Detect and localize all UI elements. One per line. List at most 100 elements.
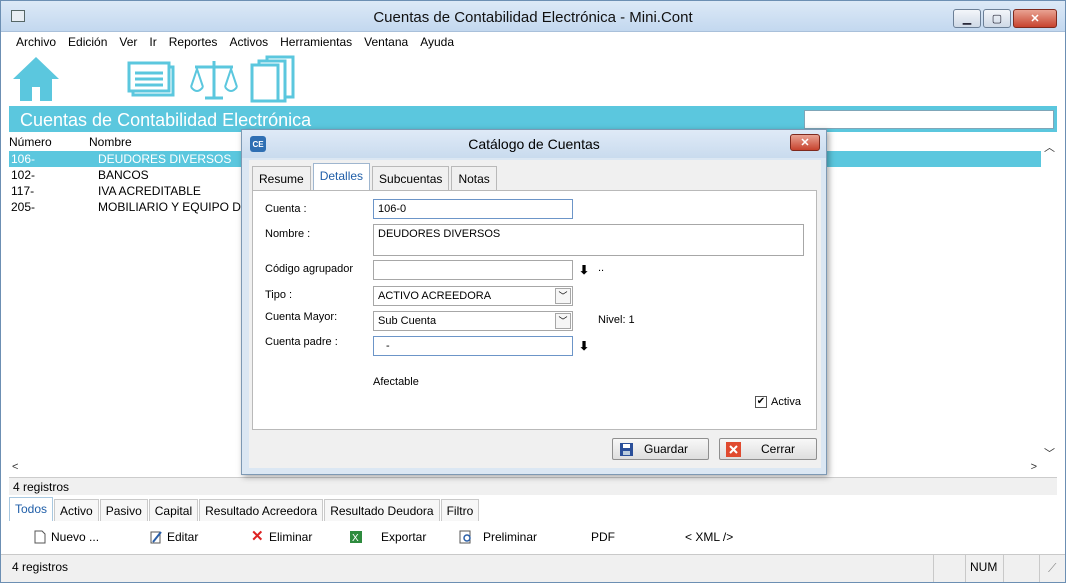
column-header-numero[interactable]: Número (9, 135, 52, 149)
maximize-button[interactable]: ▢ (983, 9, 1011, 28)
xml-label: < XML /> (685, 530, 734, 544)
pdf-label: PDF (591, 530, 615, 544)
tab-detalles[interactable]: Detalles (312, 163, 371, 190)
menu-ventana[interactable]: Ventana (358, 32, 414, 52)
record-count: 4 registros (9, 477, 1057, 495)
cell-numero: 117- (11, 184, 35, 198)
preliminar-label: Preliminar (483, 530, 538, 544)
filter-tabs: Todos Activo Pasivo Capital Resultado Ac… (9, 497, 1057, 521)
window-title: Cuentas de Contabilidad Electrónica - Mi… (373, 9, 693, 26)
resize-grip[interactable]: ⟋ (1039, 555, 1065, 582)
nombre-field[interactable]: DEUDORES DIVERSOS (373, 224, 804, 256)
cuenta-padre-label: Cuenta padre : (265, 336, 338, 348)
main-window: Cuentas de Contabilidad Electrónica - Mi… (0, 0, 1066, 583)
tab-notas[interactable]: Notas (451, 166, 497, 190)
chevron-left-icon[interactable]: < (12, 461, 18, 473)
chevron-down-icon[interactable]: ﹀ (1044, 445, 1055, 461)
menu-ayuda[interactable]: Ayuda (414, 32, 460, 52)
activa-label: Activa (771, 396, 801, 408)
menu-ir[interactable]: Ir (143, 32, 162, 52)
search-input[interactable] (804, 110, 1054, 129)
menu-reportes[interactable]: Reportes (163, 32, 224, 52)
menu-edicion[interactable]: Edición (62, 32, 113, 52)
guardar-button[interactable]: Guardar (612, 438, 709, 460)
cell-nombre: IVA ACREDITABLE (98, 184, 201, 198)
catalogo-dialog: CE Catálogo de Cuentas ✕ Resume Detalles… (241, 129, 827, 475)
tab-capital[interactable]: Capital (148, 499, 199, 521)
tab-todos[interactable]: Todos (9, 497, 54, 521)
menu-activos[interactable]: Activos (223, 32, 274, 52)
editar-label: Editar (167, 530, 199, 544)
excel-icon: X (350, 531, 362, 544)
menu-ver[interactable]: Ver (113, 32, 143, 52)
status-bar: 4 registros NUM ⟋ (1, 554, 1065, 582)
cell-numero: 106- (11, 152, 36, 166)
eliminar-label: Eliminar (269, 530, 313, 544)
save-icon (620, 442, 633, 456)
download-arrow-icon[interactable]: ⬇ (579, 263, 589, 277)
codigo-agrupador-field[interactable] (373, 260, 573, 280)
cuenta-label: Cuenta : (265, 203, 307, 215)
chevron-down-icon[interactable]: ﹀ (555, 288, 571, 304)
dialog-body: Resume Detalles Subcuentas Notas Cuenta … (249, 160, 821, 468)
cuenta-mayor-value: Sub Cuenta (378, 315, 437, 327)
eliminar-button[interactable]: ✕ Eliminar (251, 529, 313, 544)
edit-icon (150, 531, 162, 544)
cuenta-mayor-label: Cuenta Mayor: (265, 311, 338, 323)
afectable-text: Afectable (373, 376, 419, 388)
home-icon[interactable] (11, 55, 61, 103)
nuevo-button[interactable]: Nuevo ... (33, 530, 99, 544)
download-arrow-icon[interactable]: ⬇ (579, 339, 589, 353)
list-window-icon[interactable] (127, 55, 177, 103)
status-panel (1003, 555, 1039, 582)
page-title: Cuentas de Contabilidad Electrónica (20, 110, 312, 130)
checkmark-icon: ✔ (756, 396, 766, 407)
cuenta-mayor-select[interactable]: Sub Cuenta ﹀ (373, 311, 573, 331)
tab-activo[interactable]: Activo (54, 499, 99, 521)
status-text: 4 registros (12, 560, 69, 574)
exportar-button[interactable]: X Exportar (349, 530, 426, 544)
minimize-button[interactable]: ▁ (953, 9, 981, 28)
column-header-nombre[interactable]: Nombre (89, 135, 132, 149)
chevron-up-icon[interactable]: ︿ (1044, 139, 1055, 155)
chevron-down-icon[interactable]: ﹀ (555, 313, 571, 329)
print-preview-icon (459, 530, 471, 544)
preliminar-button[interactable]: Preliminar (459, 530, 537, 544)
editar-button[interactable]: Editar (149, 530, 198, 544)
pdf-button[interactable]: PDF (591, 530, 615, 544)
close-icon (726, 441, 741, 457)
close-window-button[interactable]: ✕ (1013, 9, 1057, 28)
balance-scale-icon[interactable] (189, 55, 239, 103)
tipo-value: ACTIVO ACREEDORA (378, 290, 492, 302)
vertical-scrollbar[interactable]: ︿ ﹀ (1041, 135, 1057, 465)
tab-resultado-deudora[interactable]: Resultado Deudora (324, 499, 440, 521)
tab-filtro[interactable]: Filtro (440, 499, 480, 521)
xml-button[interactable]: < XML /> (685, 530, 733, 544)
dialog-tabs: Resume Detalles Subcuentas Notas (252, 163, 499, 190)
title-bar: Cuentas de Contabilidad Electrónica - Mi… (1, 1, 1065, 32)
tab-resume[interactable]: Resume (252, 166, 311, 190)
num-lock-indicator: NUM (965, 555, 1003, 582)
cuenta-field[interactable]: 106-0 (373, 199, 573, 219)
dialog-title-bar: CE Catálogo de Cuentas ✕ (242, 130, 826, 158)
tab-resultado-acreedora[interactable]: Resultado Acreedora (199, 499, 324, 521)
menu-archivo[interactable]: Archivo (10, 32, 62, 52)
cerrar-button[interactable]: Cerrar (719, 438, 817, 460)
cuenta-padre-field[interactable]: - (373, 336, 573, 356)
cell-nombre: MOBILIARIO Y EQUIPO DE (98, 200, 249, 214)
exportar-label: Exportar (381, 530, 427, 544)
codigo-browse[interactable]: .. (598, 262, 604, 274)
activa-checkbox[interactable]: ✔ (755, 396, 767, 408)
menu-bar: Archivo Edición Ver Ir Reportes Activos … (1, 32, 1065, 52)
tab-subcuentas[interactable]: Subcuentas (372, 166, 450, 190)
chevron-right-icon[interactable]: > (1031, 461, 1037, 473)
minimize-icon: ▁ (962, 13, 972, 25)
tab-pasivo[interactable]: Pasivo (99, 499, 148, 521)
toolbar (1, 52, 1065, 105)
tipo-select[interactable]: ACTIVO ACREEDORA ﹀ (373, 286, 573, 306)
dialog-close-button[interactable]: ✕ (790, 134, 820, 151)
menu-herramientas[interactable]: Herramientas (274, 32, 358, 52)
guardar-label: Guardar (644, 442, 689, 456)
documents-stack-icon[interactable] (249, 55, 299, 103)
resize-grip-icon: ⟋ (1048, 561, 1057, 575)
